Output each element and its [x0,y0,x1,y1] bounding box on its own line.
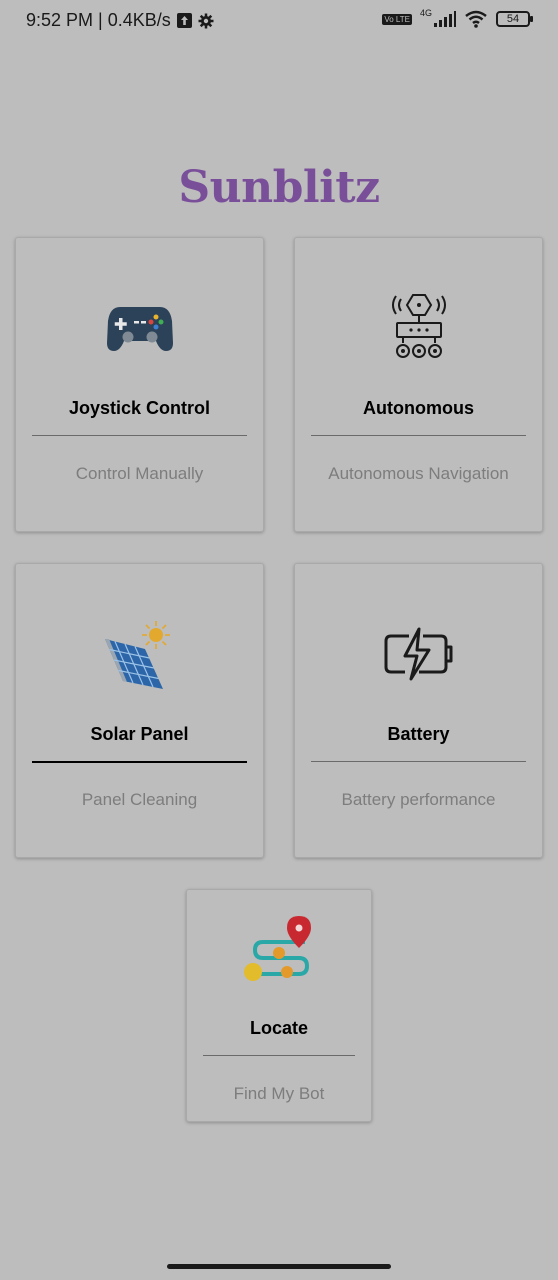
card-title: Battery [387,724,450,744]
app-title: Sunblitz [178,162,380,213]
upload-icon [176,13,192,28]
card-subtitle: Battery performance [341,790,496,809]
card-title: Locate [249,1018,309,1038]
card-divider [32,435,247,436]
network-type: 4G [419,8,432,18]
status-left: 9:52 PM | 0.4KB/s [26,10,214,31]
signal-icon [434,11,456,27]
joystick-control-card[interactable]: Joystick Control Control Manually [15,237,264,532]
volte-icon: Vo LTE [382,13,412,25]
gamepad-icon [106,307,173,351]
card-title: Joystick Control [68,398,211,418]
card-divider [203,1055,355,1056]
battery-charging-icon [384,627,452,681]
wifi-icon [465,10,487,28]
autonomous-card[interactable]: Autonomous Autonomous Navigation [294,237,543,532]
battery-level: 54 [506,13,520,25]
card-title: Solar Panel [90,724,189,744]
home-indicator[interactable] [167,1264,391,1269]
card-divider [311,761,526,762]
settings-gear-icon [198,13,214,28]
solar-panel-icon [104,621,170,689]
locate-card[interactable]: Locate Find My Bot [186,889,372,1122]
battery-card[interactable]: Battery Battery performance [294,563,543,858]
card-subtitle: Control Manually [75,464,204,483]
card-divider [32,761,247,763]
battery-status-icon: 54 [496,11,533,27]
card-title: Autonomous [363,398,474,418]
card-divider [311,435,526,436]
route-pin-icon [244,916,311,981]
status-time-speed: 9:52 PM | 0.4KB/s [26,10,171,30]
card-subtitle: Panel Cleaning [81,790,198,809]
status-bar: 9:52 PM | 0.4KB/s Vo LTE 4G 54 [0,0,558,44]
card-subtitle: Find My Bot [233,1084,325,1103]
card-subtitle: Autonomous Navigation [328,464,509,483]
robot-rover-icon [391,294,446,358]
solar-panel-card[interactable]: Solar Panel Panel Cleaning [15,563,264,858]
status-right: Vo LTE 4G 54 [382,8,533,28]
